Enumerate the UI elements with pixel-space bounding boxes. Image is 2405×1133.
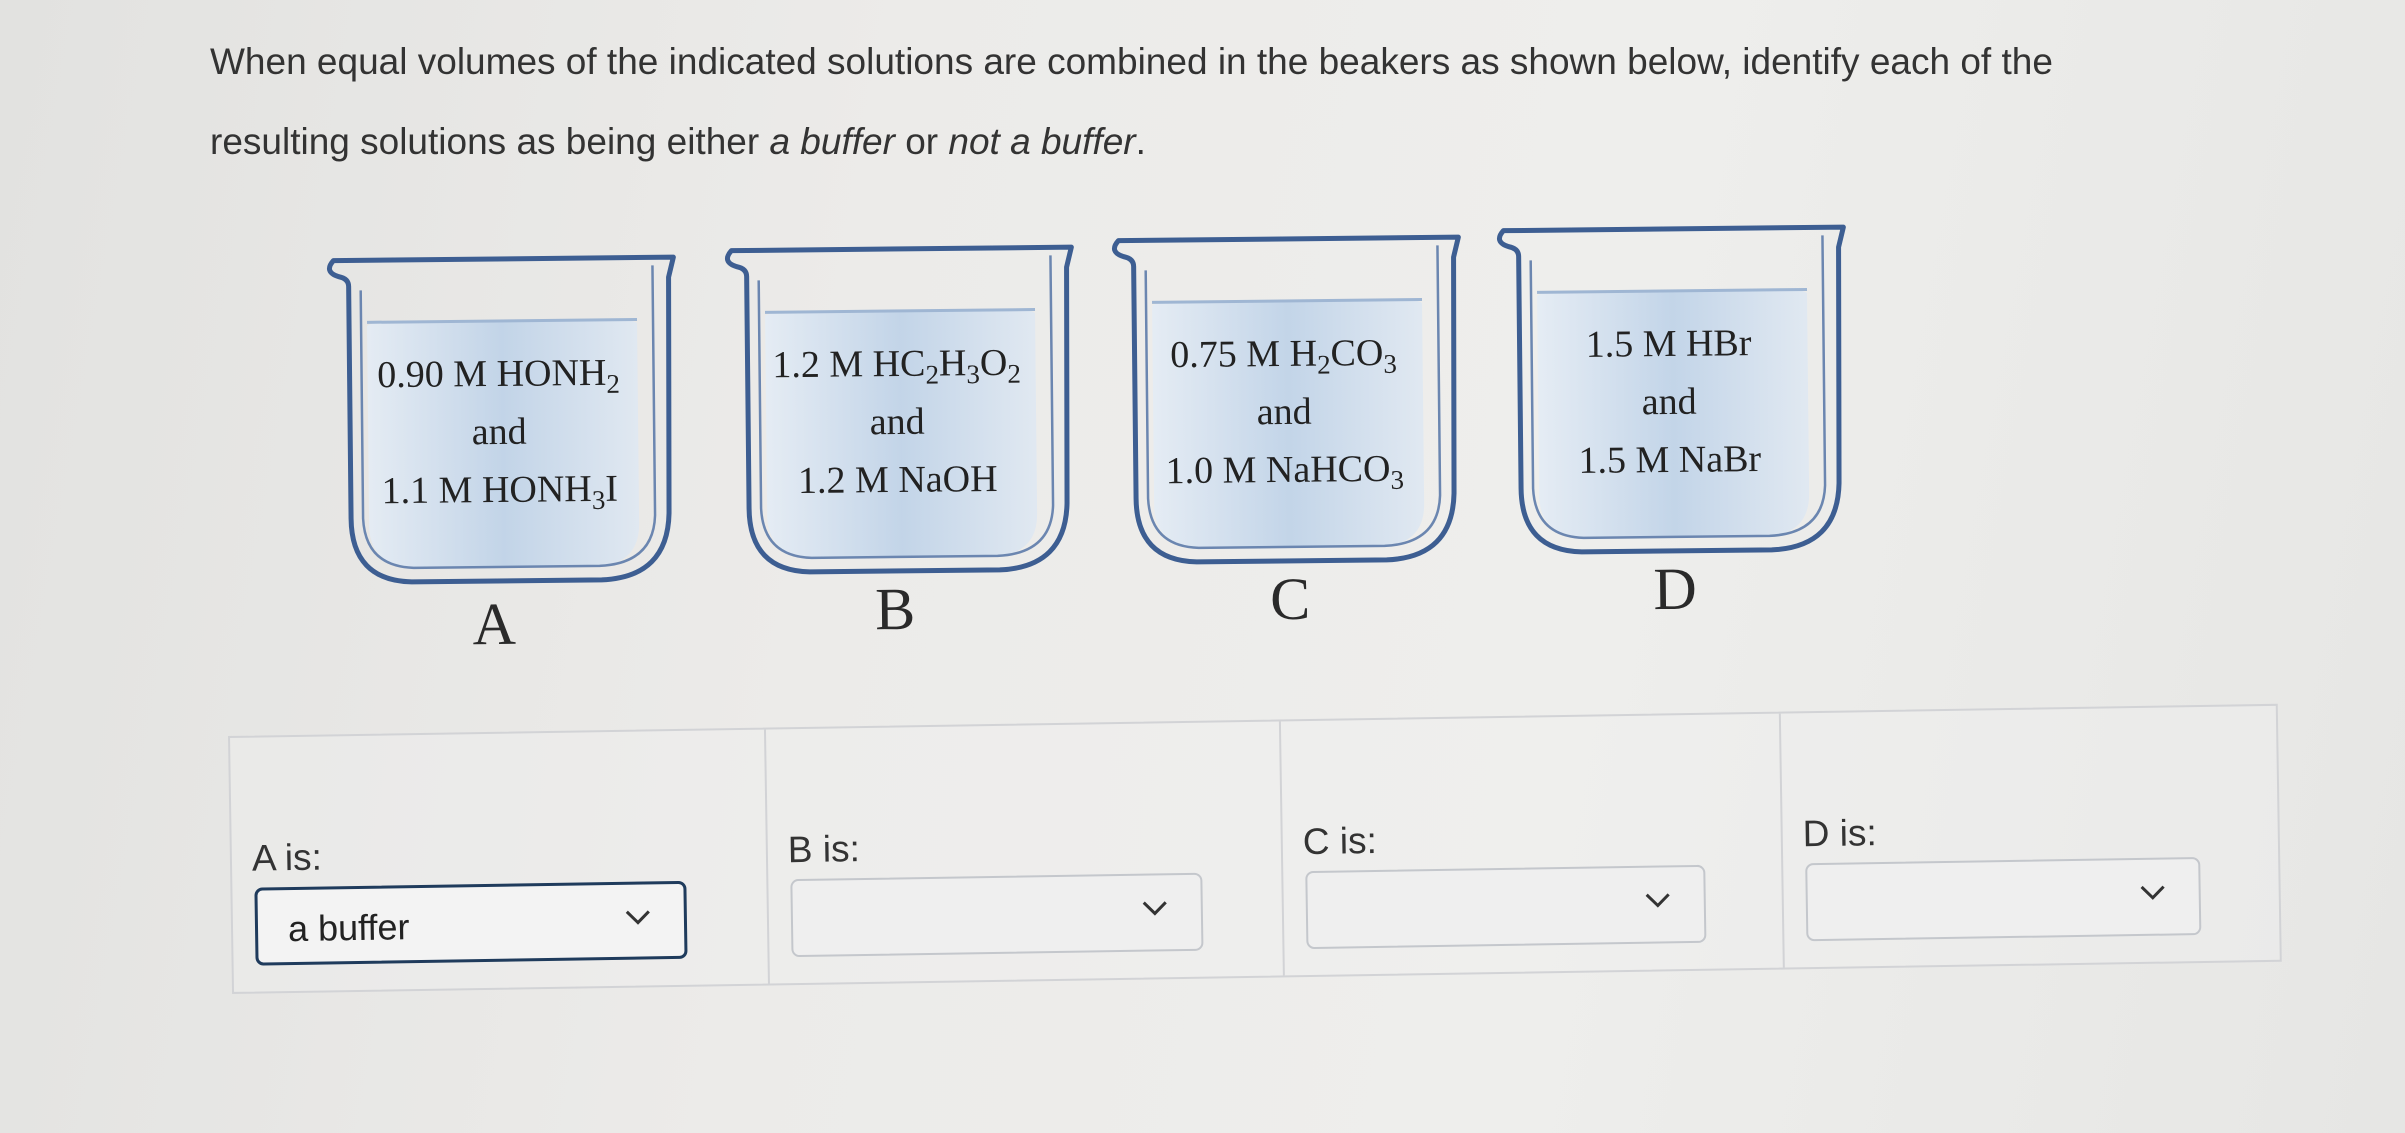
beaker-b-letter: B: [874, 575, 916, 643]
beaker-c-letter: C: [1269, 565, 1311, 633]
chevron-down-icon: [2140, 885, 2165, 900]
beaker-d-line-2: and: [1641, 380, 1697, 424]
chevron-down-icon: [1142, 901, 1167, 916]
beaker-c-line-2: and: [1256, 390, 1312, 434]
question-period: .: [1135, 121, 1146, 162]
question-line-1: When equal volumes of the indicated solu…: [210, 41, 2053, 82]
beaker-d-line-3: 1.5 M NaBr: [1578, 437, 1762, 482]
beaker-c-label: 0.75 M H2CO3 and 1.0 M NaHCO3: [1152, 324, 1416, 501]
beaker-c-line-1: 0.75 M H2CO3: [1170, 331, 1398, 380]
question-connector: or: [894, 121, 949, 162]
option-not-buffer-text: not a buffer: [948, 121, 1136, 162]
beaker-d: 1.5 M HBr and 1.5 M NaBr D: [1488, 213, 1846, 622]
question-text: When equal volumes of the indicated solu…: [210, 22, 2210, 182]
beaker-a-line-3: 1.1 M HONH3I: [381, 467, 619, 515]
beaker-b: 1.2 M HC2H3O2 and 1.2 M NaOH B: [716, 233, 1074, 642]
chevron-down-icon: [625, 910, 650, 925]
answer-cell-c: C is:: [1280, 713, 1785, 976]
beaker-a-line-1: 0.90 M HONH2: [377, 351, 621, 399]
beaker-b-line-3: 1.2 M NaOH: [797, 457, 998, 502]
answer-select-a-value: a buffer: [287, 906, 410, 950]
beaker-d-letter: D: [1653, 555, 1698, 623]
beaker-c-line-3: 1.0 M NaHCO3: [1165, 447, 1405, 495]
chevron-down-icon: [1645, 893, 1670, 908]
beaker-d-label: 1.5 M HBr and 1.5 M NaBr: [1537, 314, 1801, 491]
answer-cell-d: D is:: [1781, 706, 2280, 968]
question-line-2: resulting solutions as being either: [210, 121, 770, 162]
beaker-b-line-1: 1.2 M HC2H3O2: [772, 341, 1022, 390]
answer-label-d: D is:: [1802, 812, 1878, 855]
beaker-d-line-1: 1.5 M HBr: [1585, 322, 1752, 366]
answer-cell-b: B is:: [765, 721, 1285, 984]
option-buffer-text: a buffer: [769, 121, 895, 162]
beaker-c: 0.75 M H2CO3 and 1.0 M NaHCO3 C: [1103, 223, 1461, 632]
beaker-a: 0.90 M HONH2 and 1.1 M HONH3I A: [318, 243, 676, 657]
answer-label-c: C is:: [1302, 819, 1378, 863]
beaker-b-line-2: and: [869, 400, 925, 444]
answer-cell-a: A is: a buffer: [230, 729, 770, 992]
beaker-a-letter: A: [472, 590, 517, 658]
answer-label-b: B is:: [787, 828, 861, 871]
beaker-a-label: 0.90 M HONH2 and 1.1 M HONH3I: [367, 344, 631, 521]
beaker-b-label: 1.2 M HC2H3O2 and 1.2 M NaOH: [765, 334, 1029, 511]
beaker-a-line-2: and: [471, 410, 527, 454]
answer-select-b[interactable]: [790, 872, 1204, 958]
answer-label-a: A is:: [251, 836, 323, 879]
answer-select-a[interactable]: a buffer: [254, 880, 688, 966]
answer-select-c[interactable]: [1305, 864, 1707, 950]
answer-panel: A is: a buffer B is: C is: D is:: [228, 703, 2282, 994]
answer-select-d[interactable]: [1805, 857, 2202, 942]
